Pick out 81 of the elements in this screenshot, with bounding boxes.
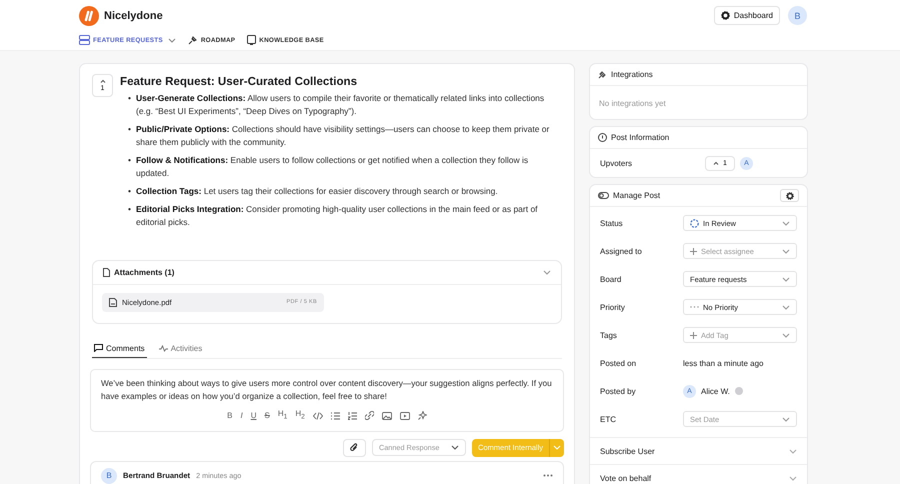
plus-icon xyxy=(690,248,697,254)
plus-icon xyxy=(690,332,697,338)
heading-button[interactable]: H$_{2}$ xyxy=(295,409,305,422)
paperclip-icon xyxy=(350,443,358,452)
card-title: Post Information xyxy=(611,133,670,142)
bullet-text: Public/Private Options: Collections should have visibility settings—users can choose to keep them private or share them publicly with the community. xyxy=(136,123,550,150)
chevron-down-icon xyxy=(782,332,790,338)
tab[interactable]: Activities xyxy=(156,342,204,358)
dashboard-button[interactable]: Dashboard xyxy=(714,6,780,25)
caret-up-icon xyxy=(100,79,106,83)
bullet-marker: • xyxy=(128,185,131,198)
bullet-marker: • xyxy=(128,202,131,216)
field-label: Priority xyxy=(600,302,626,312)
chevron-down-icon xyxy=(450,445,459,450)
field-label: Posted on xyxy=(600,358,638,368)
chevron-down-icon xyxy=(543,270,551,275)
board-icon xyxy=(79,35,90,45)
caret-up-icon xyxy=(713,161,719,165)
collapsible-section[interactable]: Vote on behalf xyxy=(590,464,807,484)
chevron-down-icon xyxy=(789,448,797,454)
bullet-text: Editorial Picks Integration: Consider promoting high-quality user collections in the main feed or as part of editorial picks. xyxy=(136,202,539,229)
field-label: ETC xyxy=(600,414,617,424)
strike-button[interactable]: S xyxy=(264,411,270,420)
image-icon[interactable] xyxy=(382,412,392,420)
user-avatar[interactable]: B xyxy=(788,6,807,25)
progress-icon xyxy=(690,218,699,228)
italic-button[interactable]: I xyxy=(240,411,243,420)
card-title: Integrations xyxy=(611,70,653,79)
info-icon xyxy=(598,133,607,142)
chevron-down-icon xyxy=(168,38,176,42)
field-label: Tags xyxy=(600,330,618,340)
pulse-icon xyxy=(158,344,168,352)
post-title: Feature Request: User-Curated Collections xyxy=(120,75,358,88)
field-label: Posted by xyxy=(600,386,637,396)
user-name: Alice W. xyxy=(701,386,730,396)
heading-button[interactable]: H$_{1}$ xyxy=(278,409,288,422)
app-name: Nicelydone xyxy=(104,10,163,22)
card-title: Manage Post xyxy=(613,191,660,200)
chevron-down-icon xyxy=(553,445,561,450)
bullet-marker: • xyxy=(128,123,131,136)
bullet-text: Follow & Notifications: Enable users to follow collections or get notified when a collection they follow is updated. xyxy=(136,154,530,180)
code-icon[interactable] xyxy=(312,412,323,420)
chevron-down-icon xyxy=(782,304,790,310)
attachments-title: Attachments (1) xyxy=(114,268,174,277)
link-icon[interactable] xyxy=(364,411,374,420)
comment-editor[interactable] xyxy=(90,368,564,432)
video-icon[interactable] xyxy=(400,412,410,420)
bullet-marker: • xyxy=(128,154,131,167)
settings-button[interactable] xyxy=(780,189,799,202)
logo-icon xyxy=(79,6,99,26)
chevron-down-icon xyxy=(782,220,790,226)
numbered-list-icon[interactable] xyxy=(348,412,357,420)
bullet-list-icon[interactable] xyxy=(330,412,340,420)
bullet-text: User-Generate Collections: Allow users to compile their favorite or thematically related links into collections (e.g. “Best UI Experiments”, “Deep Dives on Typography”). xyxy=(136,92,546,118)
sparkle-icon[interactable] xyxy=(418,411,427,420)
more-icon[interactable] xyxy=(543,474,553,478)
chevron-down-icon xyxy=(782,276,790,282)
bullet-text: Collection Tags: Let users tag their collections for easier discovery through search or browsing. xyxy=(136,185,498,198)
chevron-down-icon xyxy=(782,248,790,254)
field-label: Board xyxy=(600,274,622,284)
comment-icon xyxy=(94,344,103,352)
file-icon xyxy=(103,268,110,277)
chevron-down-icon xyxy=(782,416,790,422)
field-value: less than a minute ago xyxy=(683,358,764,368)
field-label: Status xyxy=(600,218,624,228)
bold-button[interactable]: B xyxy=(227,411,232,420)
info-dot-icon xyxy=(734,387,743,395)
toggle-icon xyxy=(598,192,609,199)
field-label: Upvoters xyxy=(600,158,634,168)
empty-message: No integrations yet xyxy=(599,99,666,108)
attach-button[interactable] xyxy=(342,438,366,457)
chevron-down-icon xyxy=(789,476,797,480)
bullet-marker: • xyxy=(128,92,131,105)
underline-button[interactable]: U xyxy=(250,411,257,420)
field-label: Assigned to xyxy=(600,246,643,256)
user-avatar: B xyxy=(101,468,117,484)
document-icon xyxy=(109,298,117,307)
settings-icon xyxy=(786,192,794,200)
comment-text: We’ve been thinking about ways to give users more control over content discovery—your suggestion aligns perfectly. If you have examples or ideas on how you’d organize a collection, feel free to share! xyxy=(101,376,553,404)
tab[interactable]: Comments xyxy=(92,342,147,358)
gear-icon xyxy=(720,11,730,20)
